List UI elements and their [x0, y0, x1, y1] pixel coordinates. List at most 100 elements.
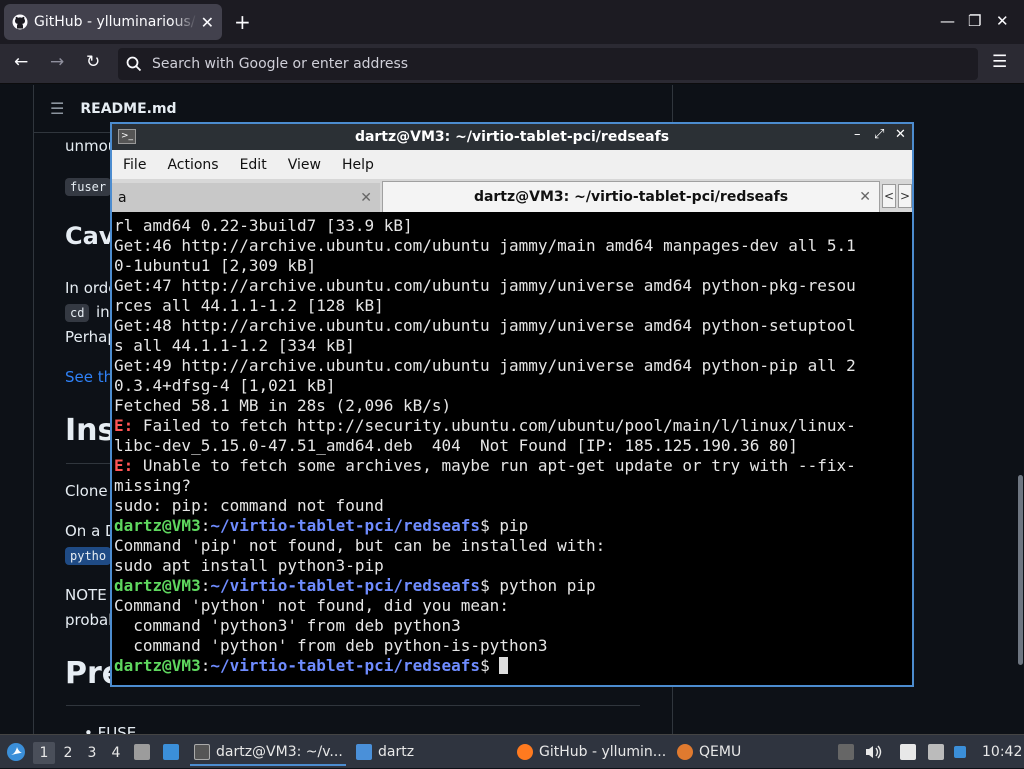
task-qemu[interactable]: QEMU: [677, 735, 741, 769]
terminal-close-button[interactable]: ✕: [895, 127, 906, 142]
browser-tab-bar: GitHub - ylluminarious/re ✕ + — ❐ ✕: [0, 0, 1024, 44]
tray-clipboard[interactable]: [900, 735, 922, 769]
terminal-line: Get:46 http://archive.ubuntu.com/ubuntu …: [114, 236, 856, 255]
page-scrollbar-thumb[interactable]: [1018, 475, 1023, 665]
terminal-line: sudo: pip: command not found: [114, 496, 384, 515]
error-tag: E:: [114, 416, 134, 435]
task-label: dartz: [378, 744, 415, 760]
task-label: GitHub - yllumin...: [539, 744, 667, 760]
terminal-tab-active[interactable]: dartz@VM3: ~/virtio-tablet-pci/redseafs …: [382, 181, 880, 212]
terminal-line: s all 44.1.1-1.2 [334 kB]: [114, 336, 355, 355]
prompt-dollar: $: [480, 516, 500, 535]
address-placeholder: Search with Google or enter address: [152, 56, 409, 72]
terminal-line: Command 'python' not found, did you mean…: [114, 596, 509, 615]
terminal-line: rl amd64 0.22-3build7 [33.9 kB]: [114, 216, 413, 235]
back-button[interactable]: ←: [14, 52, 28, 72]
prompt-colon: :: [200, 576, 211, 595]
close-tab-icon[interactable]: ✕: [360, 190, 372, 206]
app-menu-button[interactable]: ☰: [992, 52, 1007, 72]
heading-install: Ins: [65, 413, 116, 448]
terminal-line: sudo apt install python3-pip: [114, 556, 384, 575]
menu-view[interactable]: View: [288, 157, 321, 173]
terminal-menubar: File Actions Edit View Help: [112, 150, 912, 179]
search-icon: [126, 56, 142, 72]
menu-edit[interactable]: Edit: [240, 157, 267, 173]
lxqt-logo-icon: [7, 743, 25, 761]
menu-file[interactable]: File: [123, 157, 146, 173]
active-task-indicator: [190, 764, 346, 766]
task-firefox[interactable]: GitHub - yllumin...: [517, 735, 666, 769]
prompt-user: dartz@VM3: [114, 516, 201, 535]
close-window-button[interactable]: ✕: [996, 12, 1009, 30]
taskbar: 1 2 3 4 dartz@VM3: ~/v... dartz GitHub -…: [0, 734, 1024, 768]
readme-link[interactable]: See th: [65, 368, 113, 386]
terminal-command: pip: [499, 516, 529, 535]
task-file-manager[interactable]: dartz: [356, 735, 414, 769]
browser-tab-github[interactable]: GitHub - ylluminarious/re ✕: [4, 4, 222, 40]
terminal-line: Fetched 58.1 MB in 28s (2,096 kB/s): [114, 396, 452, 415]
terminal-output[interactable]: rl amd64 0.22-3build7 [33.9 kB] Get:46 h…: [114, 216, 910, 684]
prompt-path: ~/virtio-tablet-pci/redseafs: [210, 656, 481, 675]
tab-scroll-left-icon[interactable]: <: [882, 184, 896, 208]
terminal-line: 0-1ubuntu1 [2,309 kB]: [114, 256, 317, 275]
restore-window-button[interactable]: ❐: [968, 12, 981, 30]
reload-button[interactable]: ↻: [86, 52, 100, 72]
terminal-line: Failed to fetch http://security.ubuntu.c…: [133, 416, 856, 435]
menu-help[interactable]: Help: [342, 157, 374, 173]
prompt-path: ~/virtio-tablet-pci/redseafs: [210, 576, 481, 595]
divider: [66, 705, 640, 706]
terminal-line: command 'python' from deb python-is-pyth…: [114, 636, 548, 655]
close-tab-icon[interactable]: ✕: [859, 189, 871, 205]
close-tab-icon[interactable]: ✕: [201, 13, 214, 32]
task-label: QEMU: [699, 744, 742, 760]
terminal-line: 0.3.4+dfsg-4 [1,021 kB]: [114, 376, 336, 395]
terminal-minimize-button[interactable]: –: [854, 127, 861, 142]
workspace-4[interactable]: 4: [105, 742, 127, 764]
file-manager-icon: [134, 744, 150, 760]
readme-text: Clone: [65, 482, 108, 500]
address-bar[interactable]: Search with Google or enter address: [118, 48, 978, 80]
start-menu-button[interactable]: [6, 735, 26, 769]
readme-code: fuser: [65, 178, 112, 196]
clipboard-icon: [900, 744, 916, 760]
workspace-1[interactable]: 1: [33, 742, 55, 764]
workspace-2[interactable]: 2: [57, 742, 79, 764]
terminal-icon: >_: [118, 129, 136, 144]
qemu-icon: [677, 744, 693, 760]
terminal-tab-label: dartz@VM3: ~/virtio-tablet-pci/redseafs: [473, 189, 789, 205]
terminal-line: libc-dev_5.15.0-47.51_amd64.deb 404 Not …: [114, 436, 798, 455]
outline-menu-icon[interactable]: ☰: [50, 99, 64, 118]
menu-actions[interactable]: Actions: [167, 157, 218, 173]
terminal-line: Command 'pip' not found, but can be inst…: [114, 536, 606, 555]
new-tab-button[interactable]: +: [234, 10, 251, 34]
terminal-line: Unable to fetch some archives, maybe run…: [133, 456, 856, 475]
prompt-user: dartz@VM3: [114, 656, 201, 675]
quicklaunch-desktop[interactable]: [163, 735, 185, 769]
terminal-line: rces all 44.1.1-1.2 [128 kB]: [114, 296, 384, 315]
tab-scroll-right-icon[interactable]: >: [898, 184, 912, 208]
quicklaunch-files[interactable]: [134, 735, 156, 769]
tray-updates[interactable]: [954, 735, 972, 769]
browser-nav-bar: ← → ↻ Search with Google or enter addres…: [0, 44, 1024, 84]
folder-icon: [356, 744, 372, 760]
tray-up-arrow[interactable]: [838, 735, 860, 769]
readme-code: cd: [65, 304, 90, 322]
tray-network[interactable]: [928, 735, 950, 769]
prompt-path: ~/virtio-tablet-pci/redseafs: [210, 516, 481, 535]
workspace-3[interactable]: 3: [81, 742, 103, 764]
terminal-titlebar[interactable]: >_ dartz@VM3: ~/virtio-tablet-pci/redsea…: [112, 124, 912, 150]
list-item: • FUSE: [84, 724, 137, 734]
show-desktop-icon: [163, 744, 179, 760]
minimize-window-button[interactable]: —: [940, 12, 955, 30]
tray-volume[interactable]: [864, 735, 882, 769]
prompt-colon: :: [200, 656, 211, 675]
forward-button[interactable]: →: [50, 52, 64, 72]
prompt-user: dartz@VM3: [114, 576, 201, 595]
github-icon: [12, 14, 28, 30]
terminal-maximize-button[interactable]: ⤢: [874, 127, 884, 142]
heading-caveats: Cav: [65, 222, 115, 250]
clock[interactable]: 10:42: [982, 735, 1022, 769]
terminal-tab-a[interactable]: a ✕: [112, 183, 380, 212]
prompt-dollar: $: [480, 576, 500, 595]
firefox-icon: [517, 744, 533, 760]
